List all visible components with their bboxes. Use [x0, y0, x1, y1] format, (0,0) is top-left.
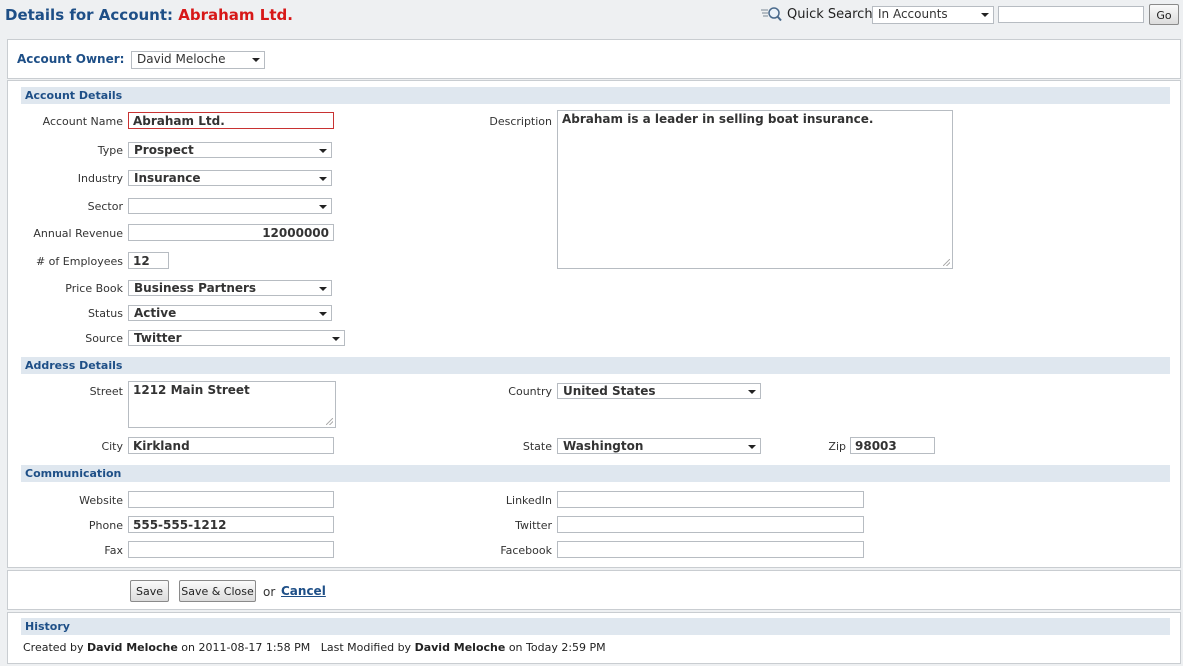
status-label: Status	[87, 307, 123, 320]
chevron-down-icon	[252, 58, 260, 62]
type-select[interactable]: Prospect	[128, 142, 332, 158]
street-value: 1212 Main Street	[133, 383, 250, 397]
chevron-down-icon	[332, 337, 340, 341]
street-textarea[interactable]: 1212 Main Street	[128, 381, 336, 428]
zip-input[interactable]: 98003	[850, 437, 935, 454]
employees-label: # of Employees	[35, 255, 123, 268]
quick-search-scope-select[interactable]: In Accounts	[872, 6, 994, 24]
state-label: State	[522, 440, 552, 453]
description-textarea[interactable]: Abraham is a leader in selling boat insu…	[557, 110, 953, 269]
street-label: Street	[89, 385, 123, 398]
industry-select[interactable]: Insurance	[128, 170, 332, 186]
city-label: City	[101, 440, 123, 453]
page-title-account-name: Abraham Ltd.	[178, 6, 293, 24]
state-select[interactable]: Washington	[557, 438, 761, 454]
section-heading-communication: Communication	[21, 465, 1170, 482]
save-close-button[interactable]: Save & Close	[179, 580, 256, 602]
quick-search-scope-value: In Accounts	[878, 7, 948, 21]
modified-prefix: Last Modified by	[320, 641, 412, 654]
phone-input[interactable]: 555-555-1212	[128, 516, 334, 533]
fax-label: Fax	[104, 544, 123, 557]
created-on: 2011-08-17 1:58 PM	[198, 641, 311, 654]
industry-value: Insurance	[134, 171, 201, 185]
save-button[interactable]: Save	[130, 580, 169, 602]
linkedin-input[interactable]	[557, 491, 864, 508]
quick-search-label: Quick Search	[787, 7, 873, 22]
annual-revenue-input[interactable]: 12000000	[128, 224, 334, 241]
account-owner-select[interactable]: David Meloche	[131, 51, 265, 69]
price-book-label: Price Book	[65, 282, 123, 295]
chevron-down-icon	[748, 445, 756, 449]
page-title-prefix: Details for Account:	[5, 6, 174, 24]
price-book-value: Business Partners	[134, 281, 257, 295]
account-name-label: Account Name	[42, 115, 123, 128]
chevron-down-icon	[319, 205, 327, 209]
quick-search-input[interactable]	[998, 6, 1144, 23]
section-heading-account-details: Account Details	[21, 87, 1170, 104]
chevron-down-icon	[319, 287, 327, 291]
description-label: Description	[489, 115, 552, 128]
modified-on: Today 2:59 PM	[526, 641, 606, 654]
modified-by: David Meloche	[414, 641, 506, 654]
city-input[interactable]: Kirkland	[128, 437, 334, 454]
chevron-down-icon	[748, 390, 756, 394]
linkedin-label: LinkedIn	[505, 494, 552, 507]
modified-on-prefix: on	[508, 641, 523, 654]
status-value: Active	[134, 306, 177, 320]
country-select[interactable]: United States	[557, 383, 761, 399]
state-value: Washington	[563, 439, 644, 453]
page-title: Details for Account: Abraham Ltd.	[5, 6, 293, 24]
go-button[interactable]: Go	[1149, 4, 1179, 25]
facebook-input[interactable]	[557, 541, 864, 558]
cancel-link[interactable]: Cancel	[281, 584, 326, 598]
type-value: Prospect	[134, 143, 194, 157]
created-on-prefix: on	[181, 641, 195, 654]
country-value: United States	[563, 384, 656, 398]
account-owner-label: Account Owner:	[17, 52, 125, 66]
resize-grip-icon[interactable]	[326, 418, 333, 425]
section-heading-address-details: Address Details	[21, 357, 1170, 374]
sector-label: Sector	[87, 200, 123, 213]
or-text: or	[263, 585, 276, 599]
status-select[interactable]: Active	[128, 305, 332, 321]
section-heading-history: History	[21, 618, 1170, 635]
website-label: Website	[79, 494, 123, 507]
annual-revenue-label: Annual Revenue	[33, 227, 123, 240]
employees-input[interactable]: 12	[128, 252, 169, 269]
created-prefix: Created by	[23, 641, 84, 654]
chevron-down-icon	[319, 177, 327, 181]
sector-select[interactable]	[128, 198, 332, 214]
fax-input[interactable]	[128, 541, 334, 558]
source-value: Twitter	[134, 331, 182, 345]
source-select[interactable]: Twitter	[128, 330, 345, 346]
history-line: Created by David Meloche on 2011-08-17 1…	[23, 641, 606, 654]
chevron-down-icon	[981, 13, 989, 17]
resize-grip-icon[interactable]	[943, 259, 950, 266]
chevron-down-icon	[319, 149, 327, 153]
country-label: Country	[508, 385, 552, 398]
price-book-select[interactable]: Business Partners	[128, 280, 332, 296]
source-label: Source	[85, 332, 123, 345]
account-owner-value: David Meloche	[137, 52, 226, 66]
account-name-input[interactable]: Abraham Ltd.	[128, 112, 334, 129]
facebook-label: Facebook	[500, 544, 552, 557]
chevron-down-icon	[319, 312, 327, 316]
phone-label: Phone	[88, 519, 123, 532]
type-label: Type	[97, 144, 123, 157]
twitter-label: Twitter	[515, 519, 552, 532]
industry-label: Industry	[77, 172, 123, 185]
created-by: David Meloche	[87, 641, 178, 654]
search-magnifier-icon	[761, 6, 783, 22]
description-value: Abraham is a leader in selling boat insu…	[562, 112, 874, 126]
zip-label: Zip	[828, 440, 846, 453]
twitter-input[interactable]	[557, 516, 864, 533]
website-input[interactable]	[128, 491, 334, 508]
